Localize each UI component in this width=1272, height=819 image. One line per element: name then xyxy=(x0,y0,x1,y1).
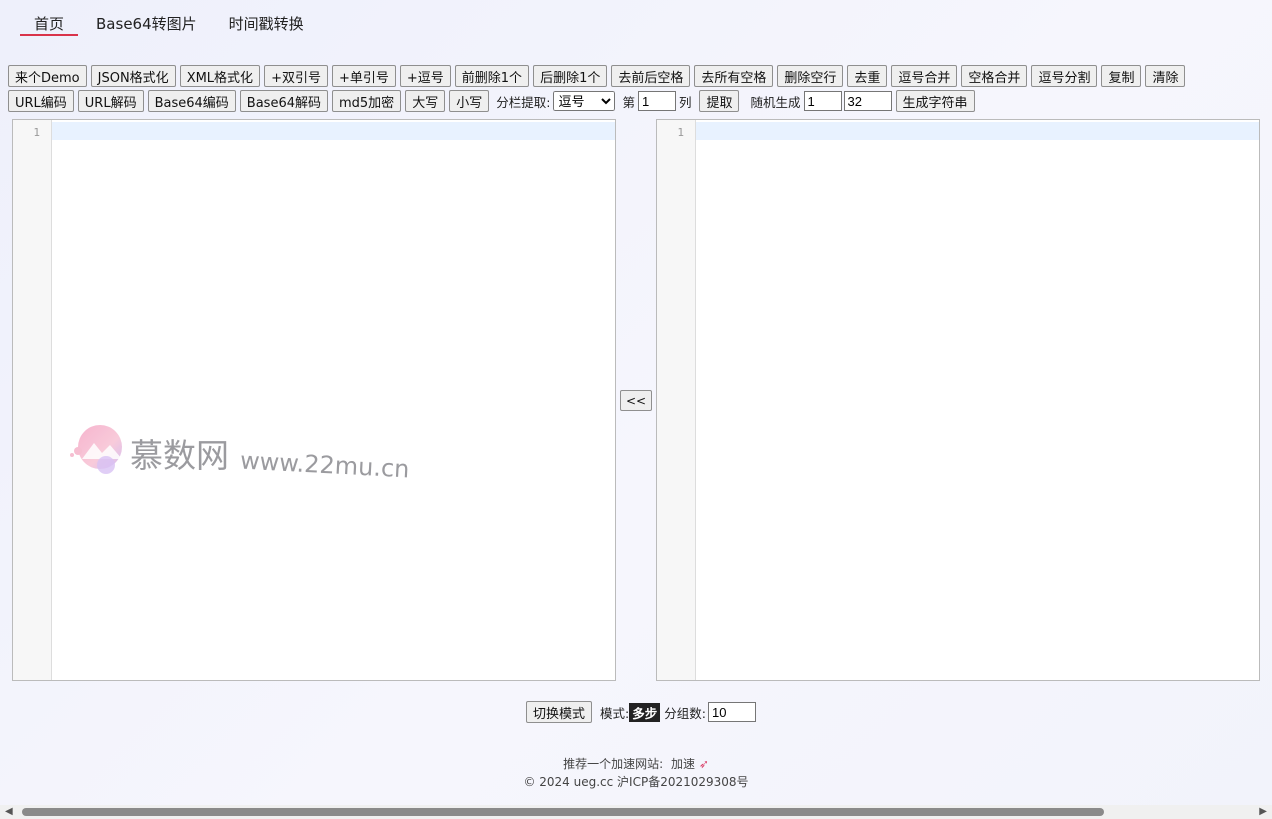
rocket-icon: ➶ xyxy=(698,757,709,771)
xml-format-button[interactable]: XML格式化 xyxy=(179,65,261,87)
line-gutter: 1 xyxy=(657,120,696,680)
json-format-button[interactable]: JSON格式化 xyxy=(90,65,176,87)
switch-mode-button[interactable]: 切换模式 xyxy=(526,701,593,723)
line-number: 1 xyxy=(677,126,684,139)
delete-first-char-button[interactable]: 前删除1个 xyxy=(454,65,530,87)
column-index-input[interactable] xyxy=(637,91,676,111)
toolbar-row-1: 来个Demo JSON格式化 XML格式化 +双引号 +单引号 +逗号 前删除1… xyxy=(8,65,1189,87)
split-extract-label: 分栏提取: xyxy=(496,94,551,110)
tab-base64-to-image[interactable]: Base64转图片 xyxy=(82,10,211,36)
accelerate-link[interactable]: 加速 xyxy=(671,757,695,771)
watermark-logo-icon xyxy=(70,425,122,474)
mode-label: 模式: xyxy=(600,705,630,721)
space-join-button[interactable]: 空格合并 xyxy=(961,65,1028,87)
clear-button[interactable]: 清除 xyxy=(1145,65,1186,87)
delete-last-char-button[interactable]: 后删除1个 xyxy=(533,65,608,87)
active-line-highlight xyxy=(696,122,1259,140)
extract-button[interactable]: 提取 xyxy=(699,90,740,112)
dedupe-button[interactable]: 去重 xyxy=(847,65,888,87)
add-double-quote-button[interactable]: +双引号 xyxy=(264,65,328,87)
watermark: 慕数网 www.22mu.cn xyxy=(66,419,410,495)
copyright: © 2024 ueg.cc 沪ICP备2021029308号 xyxy=(523,775,749,789)
random-generate-label: 随机生成 xyxy=(750,94,801,110)
column-suffix-label: 列 xyxy=(678,94,692,110)
md5-button[interactable]: md5加密 xyxy=(332,90,402,112)
toolbar-row-2: URL编码 URL解码 Base64编码 Base64解码 md5加密 大写 小… xyxy=(8,90,979,112)
mode-badge: 多步 xyxy=(629,702,661,722)
tab-home[interactable]: 首页 xyxy=(20,10,79,36)
watermark-brand: 慕数网 xyxy=(130,436,229,475)
comma-split-button[interactable]: 逗号分割 xyxy=(1031,65,1098,87)
transfer-left-button[interactable]: << xyxy=(620,390,652,411)
url-decode-button[interactable]: URL解码 xyxy=(77,90,144,112)
base64-decode-button[interactable]: Base64解码 xyxy=(239,90,328,112)
scroll-right-icon[interactable]: ▶ xyxy=(1259,805,1267,819)
add-single-quote-button[interactable]: +单引号 xyxy=(331,65,396,87)
generate-string-button[interactable]: 生成字符串 xyxy=(895,90,975,112)
base64-encode-button[interactable]: Base64编码 xyxy=(147,90,236,112)
demo-button[interactable]: 来个Demo xyxy=(8,65,87,87)
line-number: 1 xyxy=(33,126,40,139)
active-line-highlight xyxy=(52,122,615,140)
add-comma-button[interactable]: +逗号 xyxy=(399,65,451,87)
url-encode-button[interactable]: URL编码 xyxy=(8,90,74,112)
trim-button[interactable]: 去前后空格 xyxy=(611,65,691,87)
output-editor[interactable]: 1 xyxy=(656,119,1260,681)
random-length-input[interactable] xyxy=(843,91,892,111)
tab-timestamp[interactable]: 时间戳转换 xyxy=(215,10,318,36)
input-editor[interactable]: 1 xyxy=(12,119,616,681)
mode-controls: 切换模式 模式: 多步 分组数: xyxy=(526,701,756,723)
line-gutter: 1 xyxy=(13,120,52,680)
group-count-label: 分组数: xyxy=(664,705,706,721)
copy-button[interactable]: 复制 xyxy=(1101,65,1142,87)
group-count-input[interactable] xyxy=(707,702,756,722)
top-nav: 首页 Base64转图片 时间戳转换 xyxy=(20,10,322,36)
remove-all-spaces-button[interactable]: 去所有空格 xyxy=(694,65,774,87)
scroll-left-icon[interactable]: ◀ xyxy=(5,805,13,819)
recommend-text: 推荐一个加速网站: xyxy=(563,757,664,771)
recommend-line: 推荐一个加速网站: 加速 ➶ xyxy=(0,755,1272,772)
split-delimiter-select[interactable]: 逗号 xyxy=(553,91,616,111)
delete-empty-lines-button[interactable]: 删除空行 xyxy=(777,65,844,87)
watermark-url: www.22mu.cn xyxy=(239,446,411,484)
uppercase-button[interactable]: 大写 xyxy=(405,90,446,112)
horizontal-scrollbar[interactable]: ◀ ▶ xyxy=(0,805,1272,819)
scrollbar-thumb[interactable] xyxy=(22,808,1104,816)
comma-join-button[interactable]: 逗号合并 xyxy=(891,65,958,87)
random-count-input[interactable] xyxy=(803,91,842,111)
column-prefix-label: 第 xyxy=(622,94,635,110)
lowercase-button[interactable]: 小写 xyxy=(449,90,490,112)
